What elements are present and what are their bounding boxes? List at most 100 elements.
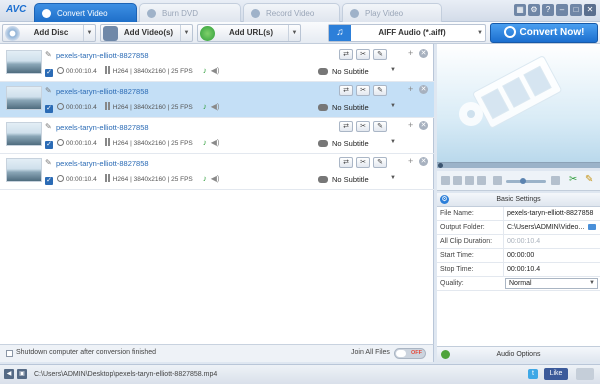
expand-icon[interactable] — [576, 368, 594, 380]
chevron-down-icon[interactable]: ▼ — [83, 25, 95, 41]
chevron-down-icon[interactable]: ▼ — [390, 139, 396, 145]
tab-convert-video[interactable]: Convert Video — [34, 3, 137, 22]
magic-wand-icon[interactable]: ✎ — [585, 174, 593, 185]
output-folder-field[interactable]: C:\Users\ADMIN\Video... — [503, 221, 586, 234]
convert-settings-icon[interactable]: ⇄ — [339, 121, 353, 132]
file-row[interactable]: ✎ pexels-taryn-elliott-8827858 ✓ 00:00:10… — [0, 154, 434, 190]
add-disc-button[interactable]: Add Disc ▼ — [2, 24, 96, 42]
shutdown-checkbox[interactable] — [6, 350, 13, 357]
chevron-down-icon[interactable]: ▼ — [390, 67, 396, 73]
file-checkbox[interactable]: ✓ — [45, 105, 53, 113]
scissors-icon[interactable]: ✂ — [356, 121, 370, 132]
video-thumbnail[interactable] — [6, 50, 42, 74]
convert-settings-icon[interactable]: ⇄ — [339, 49, 353, 60]
play-icon[interactable] — [441, 176, 450, 185]
basic-settings-header[interactable]: ⚙ Basic Settings — [437, 193, 600, 207]
effects-icon[interactable]: ✎ — [373, 121, 387, 132]
file-name[interactable]: pexels-taryn-elliott-8827858 — [56, 123, 149, 132]
file-name[interactable]: pexels-taryn-elliott-8827858 — [56, 51, 149, 60]
convert-settings-icon[interactable]: ⇄ — [339, 157, 353, 168]
join-all-toggle[interactable]: OFF — [394, 348, 426, 359]
folder-icon[interactable] — [588, 224, 596, 230]
music-note-icon[interactable]: ♪ — [203, 138, 207, 147]
edit-name-icon[interactable]: ✎ — [45, 122, 53, 131]
file-row[interactable]: ✎ pexels-taryn-elliott-8827858 ✓ 00:00:10… — [0, 46, 434, 82]
volume-icon[interactable] — [493, 176, 502, 185]
volume-slider[interactable] — [506, 178, 546, 184]
effects-icon[interactable]: ✎ — [373, 85, 387, 96]
remove-icon[interactable]: ✕ — [419, 85, 428, 94]
subtitle-select[interactable]: No Subtitle — [332, 175, 369, 184]
chevron-down-icon[interactable]: ▼ — [390, 103, 396, 109]
speaker-icon[interactable]: ◀) — [211, 66, 220, 75]
plus-icon[interactable]: + — [408, 84, 413, 94]
video-thumbnail[interactable] — [6, 158, 42, 182]
remove-icon[interactable]: ✕ — [419, 157, 428, 166]
theme-icon[interactable]: ▦ — [514, 4, 526, 16]
next-frame-icon[interactable] — [477, 176, 486, 185]
convert-settings-icon[interactable]: ⇄ — [339, 85, 353, 96]
scissors-icon[interactable]: ✂ — [356, 49, 370, 60]
music-note-icon[interactable]: ♪ — [203, 102, 207, 111]
prev-frame-icon[interactable] — [465, 176, 474, 185]
video-thumbnail[interactable] — [6, 122, 42, 146]
tab-play-video[interactable]: Play Video — [342, 3, 442, 22]
subtitle-select[interactable]: No Subtitle — [332, 67, 369, 76]
scissors-icon[interactable]: ✂ — [569, 174, 577, 185]
settings-icon[interactable]: ⚙ — [528, 4, 540, 16]
add-videos-button[interactable]: Add Video(s) ▼ — [100, 24, 193, 42]
effects-icon[interactable]: ✎ — [373, 157, 387, 168]
music-note-icon[interactable]: ♪ — [203, 66, 207, 75]
tab-record-video[interactable]: Record Video — [243, 3, 340, 22]
audio-options-header[interactable]: Audio Options — [437, 346, 600, 362]
scissors-icon[interactable]: ✂ — [356, 85, 370, 96]
subtitle-select[interactable]: No Subtitle — [332, 103, 369, 112]
volume-knob[interactable] — [520, 178, 526, 184]
plus-icon[interactable]: + — [408, 156, 413, 166]
remove-icon[interactable]: ✕ — [419, 121, 428, 130]
edit-name-icon[interactable]: ✎ — [45, 50, 53, 59]
quality-select[interactable]: Normal ▼ — [505, 278, 598, 289]
speaker-icon[interactable]: ◀) — [211, 102, 220, 111]
close-button[interactable]: ✕ — [584, 4, 596, 16]
file-name-field[interactable]: pexels-taryn-elliott-8827858 — [503, 207, 598, 220]
chevron-down-icon[interactable]: ▼ — [390, 175, 396, 181]
speaker-icon[interactable]: ◀) — [211, 174, 220, 183]
output-folder-icon[interactable]: ▣ — [17, 369, 27, 379]
remove-icon[interactable]: ✕ — [419, 49, 428, 58]
file-checkbox[interactable]: ✓ — [45, 141, 53, 149]
file-name[interactable]: pexels-taryn-elliott-8827858 — [56, 159, 149, 168]
plus-icon[interactable]: + — [408, 48, 413, 58]
effects-icon[interactable]: ✎ — [373, 49, 387, 60]
file-row[interactable]: ✎ pexels-taryn-elliott-8827858 ✓ 00:00:10… — [0, 118, 434, 154]
maximize-button[interactable]: □ — [570, 4, 582, 16]
edit-name-icon[interactable]: ✎ — [45, 158, 53, 167]
file-name[interactable]: pexels-taryn-elliott-8827858 — [56, 87, 149, 96]
snapshot-icon[interactable] — [551, 176, 560, 185]
speaker-icon[interactable]: ◀) — [211, 138, 220, 147]
chevron-down-icon[interactable]: ▼ — [180, 25, 192, 41]
file-checkbox[interactable]: ✓ — [45, 69, 53, 77]
output-profile-select[interactable]: ♫ AIFF Audio (*.aiff) ▼ — [328, 24, 486, 42]
plus-icon[interactable]: + — [408, 120, 413, 130]
add-urls-button[interactable]: Add URL(s) ▼ — [197, 24, 301, 42]
scissors-icon[interactable]: ✂ — [356, 157, 370, 168]
minimize-button[interactable]: – — [556, 4, 568, 16]
music-note-icon[interactable]: ♪ — [203, 174, 207, 183]
convert-now-button[interactable]: Convert Now! — [490, 23, 598, 43]
stop-icon[interactable] — [453, 176, 462, 185]
edit-name-icon[interactable]: ✎ — [45, 86, 53, 95]
start-time-field[interactable]: 00:00:00 — [503, 249, 598, 262]
stop-time-field[interactable]: 00:00:10.4 — [503, 263, 598, 276]
facebook-like-button[interactable]: Like — [544, 368, 568, 380]
help-icon[interactable]: ? — [542, 4, 554, 16]
seek-bar[interactable] — [437, 162, 600, 168]
subtitle-select[interactable]: No Subtitle — [332, 139, 369, 148]
collapse-left-icon[interactable]: ◀ — [4, 369, 14, 379]
file-row[interactable]: ✎ pexels-taryn-elliott-8827858 ✓ 00:00:10… — [0, 82, 434, 118]
chevron-down-icon[interactable]: ▼ — [288, 25, 300, 41]
tab-burn-dvd[interactable]: Burn DVD — [139, 3, 241, 22]
file-checkbox[interactable]: ✓ — [45, 177, 53, 185]
twitter-icon[interactable]: t — [528, 369, 538, 379]
video-thumbnail[interactable] — [6, 86, 42, 110]
